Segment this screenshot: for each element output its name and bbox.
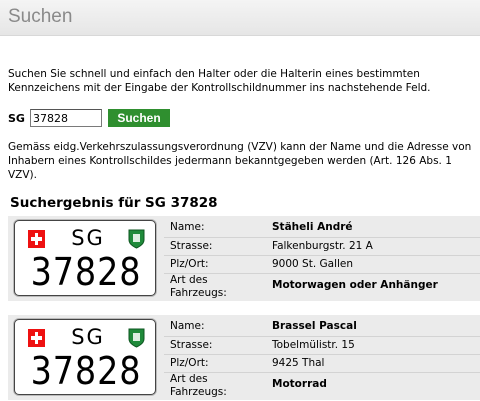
search-form: SG Suchen bbox=[8, 109, 170, 127]
plate-canton: SG bbox=[71, 226, 105, 250]
results-heading: Suchergebnis für SG 37828 bbox=[10, 195, 218, 211]
name-label: Name: bbox=[170, 221, 205, 233]
search-button[interactable]: Suchen bbox=[108, 109, 170, 127]
holder-name: Brassel Pascal bbox=[272, 320, 357, 332]
holder-info: Name: Brassel Pascal Strasse: Tobelmülis… bbox=[164, 315, 480, 400]
holder-city: 9000 St. Gallen bbox=[272, 258, 354, 270]
city-label: Plz/Ort: bbox=[170, 258, 209, 270]
license-plate: SG 37828 bbox=[14, 220, 156, 296]
plate-number: 37828 bbox=[30, 349, 142, 393]
holder-city: 9425 Thal bbox=[272, 357, 325, 369]
holder-name: Stäheli André bbox=[272, 221, 353, 233]
street-label: Strasse: bbox=[170, 240, 213, 252]
vehicle-label-line2: Fahrzeugs: bbox=[170, 287, 227, 299]
name-label: Name: bbox=[170, 320, 205, 332]
city-label: Plz/Ort: bbox=[170, 357, 209, 369]
legal-notice: Gemäss eidg.Verkehrszulassungsverordnung… bbox=[8, 141, 472, 181]
intro-text: Suchen Sie schnell und einfach den Halte… bbox=[8, 68, 431, 94]
result-card: SG 37828 Name: Stäheli André Strasse: Fa… bbox=[8, 216, 480, 301]
holder-info: Name: Stäheli André Strasse: Falkenburgs… bbox=[164, 216, 480, 301]
swiss-flag-icon bbox=[28, 329, 45, 347]
license-plate: SG 37828 bbox=[14, 319, 156, 395]
canton-shield-icon bbox=[128, 328, 145, 348]
result-card: SG 37828 Name: Brassel Pascal Strasse: T… bbox=[8, 315, 480, 400]
swiss-flag-icon bbox=[28, 230, 45, 248]
page-header: Suchen bbox=[0, 0, 480, 36]
vehicle-label-line2: Fahrzeugs: bbox=[170, 386, 227, 398]
page-title: Suchen bbox=[8, 6, 73, 27]
canton-label: SG bbox=[8, 111, 25, 125]
street-label: Strasse: bbox=[170, 339, 213, 351]
holder-street: Tobelmülistr. 15 bbox=[272, 339, 355, 351]
holder-street: Falkenburgstr. 21 A bbox=[272, 240, 373, 252]
plate-canton: SG bbox=[71, 325, 105, 349]
canton-shield-icon bbox=[128, 229, 145, 249]
plate-number-input[interactable] bbox=[30, 109, 102, 127]
plate-number: 37828 bbox=[30, 250, 142, 294]
